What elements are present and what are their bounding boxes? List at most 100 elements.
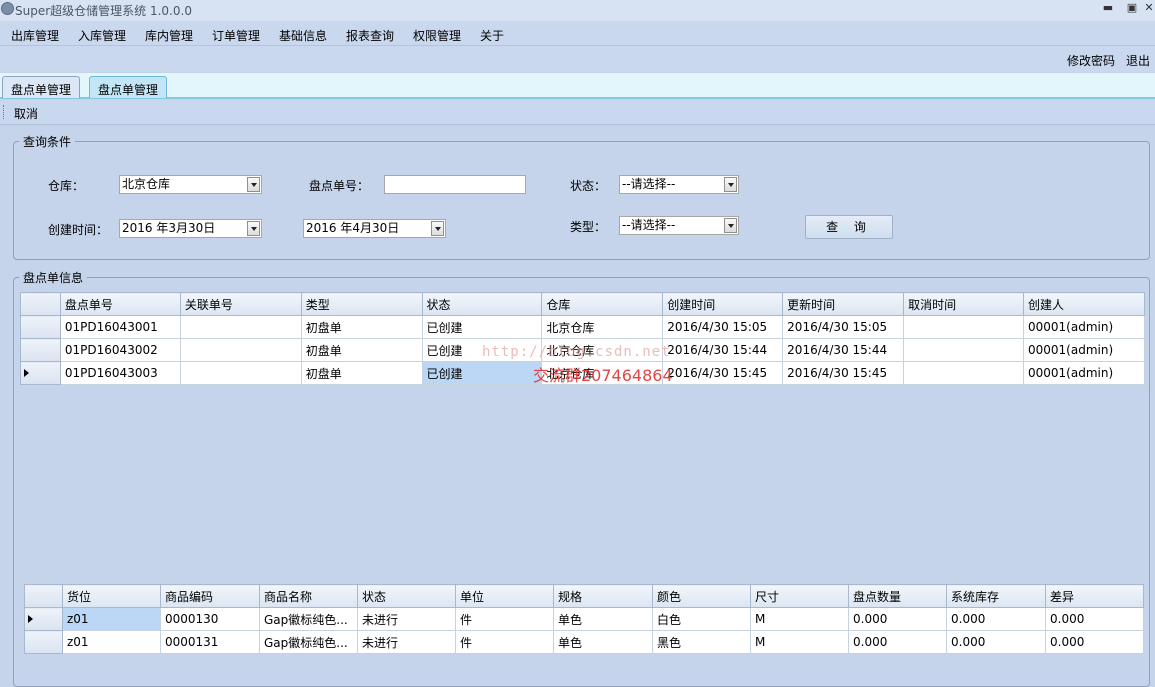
column-header[interactable]: 规格 bbox=[553, 584, 653, 608]
menu-inbound[interactable]: 入库管理 bbox=[78, 27, 126, 44]
query-button[interactable]: 查 询 bbox=[805, 215, 893, 239]
column-header[interactable]: 创建人 bbox=[1023, 292, 1145, 316]
status-select[interactable]: --请选择-- bbox=[619, 175, 739, 194]
table-cell[interactable]: 00001(admin) bbox=[1023, 315, 1145, 339]
chevron-down-icon[interactable] bbox=[247, 177, 260, 192]
table-cell[interactable] bbox=[903, 361, 1024, 385]
change-password-link[interactable]: 修改密码 bbox=[1067, 52, 1115, 69]
table-cell[interactable]: 0.000 bbox=[1045, 607, 1144, 631]
date-from-picker[interactable]: 2016 年3月30日 bbox=[119, 219, 262, 238]
tab-stocktake-1[interactable]: 盘点单管理 bbox=[2, 76, 81, 98]
column-header[interactable]: 创建时间 bbox=[662, 292, 784, 316]
table-cell[interactable] bbox=[179, 338, 302, 362]
column-header[interactable]: 单位 bbox=[455, 584, 554, 608]
table-cell[interactable]: 00001(admin) bbox=[1023, 338, 1145, 362]
column-header[interactable]: 状态 bbox=[357, 584, 456, 608]
warehouse-select[interactable]: 北京仓库 bbox=[119, 175, 262, 194]
menu-orders[interactable]: 订单管理 bbox=[212, 27, 260, 44]
table-cell[interactable]: 单色 bbox=[553, 607, 653, 631]
column-header[interactable]: 关联单号 bbox=[179, 292, 302, 316]
table-row[interactable]: z01 0000130 Gap徽标纯色... 未进行 件 单色 白色 M 0.0… bbox=[24, 607, 1144, 631]
table-cell[interactable]: 0000130 bbox=[160, 607, 260, 631]
chevron-down-icon[interactable] bbox=[724, 177, 737, 192]
table-cell[interactable]: 初盘单 bbox=[300, 361, 423, 385]
table-cell[interactable]: 01PD16043001 bbox=[59, 315, 181, 339]
table-cell[interactable]: 黑色 bbox=[652, 630, 751, 654]
row-header-current[interactable] bbox=[20, 361, 61, 385]
row-header-current[interactable] bbox=[24, 607, 63, 631]
table-cell[interactable]: 初盘单 bbox=[300, 338, 423, 362]
order-no-input[interactable] bbox=[384, 175, 526, 194]
table-cell[interactable]: 未进行 bbox=[357, 607, 456, 631]
table-row[interactable]: z01 0000131 Gap徽标纯色... 未进行 件 单色 黑色 M 0.0… bbox=[24, 630, 1144, 654]
table-cell[interactable]: 件 bbox=[455, 607, 554, 631]
table-cell[interactable]: 0.000 bbox=[946, 630, 1046, 654]
date-to-picker[interactable]: 2016 年4月30日 bbox=[303, 219, 446, 238]
table-cell[interactable]: Gap徽标纯色... bbox=[259, 607, 358, 631]
table-cell[interactable]: 白色 bbox=[652, 607, 751, 631]
column-header[interactable]: 尺寸 bbox=[750, 584, 849, 608]
column-header[interactable]: 取消时间 bbox=[903, 292, 1024, 316]
table-cell[interactable]: 单色 bbox=[553, 630, 653, 654]
table-cell[interactable]: 初盘单 bbox=[300, 315, 423, 339]
row-header[interactable] bbox=[20, 315, 61, 339]
close-icon[interactable]: ✕ bbox=[1142, 2, 1155, 14]
table-cell[interactable] bbox=[179, 315, 302, 339]
type-select[interactable]: --请选择-- bbox=[619, 216, 739, 235]
table-row[interactable]: 01PD16043001 初盘单 已创建 北京仓库 2016/4/30 15:0… bbox=[20, 315, 1145, 339]
column-header[interactable]: 颜色 bbox=[652, 584, 751, 608]
column-header[interactable]: 差异 bbox=[1045, 584, 1144, 608]
column-header[interactable]: 仓库 bbox=[541, 292, 664, 316]
table-cell[interactable]: 0.000 bbox=[946, 607, 1046, 631]
table-cell[interactable]: 2016/4/30 15:44 bbox=[782, 338, 905, 362]
menu-reports[interactable]: 报表查询 bbox=[346, 27, 394, 44]
table-cell-selected[interactable]: 已创建 bbox=[421, 361, 543, 385]
minimize-icon[interactable]: ▬ bbox=[1101, 2, 1115, 14]
menu-basic-info[interactable]: 基础信息 bbox=[279, 27, 327, 44]
menu-about[interactable]: 关于 bbox=[480, 27, 504, 44]
column-header[interactable]: 商品编码 bbox=[160, 584, 260, 608]
table-cell[interactable]: 2016/4/30 15:05 bbox=[782, 315, 905, 339]
restore-icon[interactable]: ▣ bbox=[1125, 2, 1139, 14]
column-header[interactable]: 系统库存 bbox=[946, 584, 1046, 608]
tab-stocktake-2[interactable]: 盘点单管理 bbox=[89, 76, 168, 98]
table-cell[interactable]: 北京仓库 bbox=[541, 315, 664, 339]
table-cell[interactable]: 0.000 bbox=[848, 607, 947, 631]
column-header[interactable]: 类型 bbox=[300, 292, 423, 316]
table-cell[interactable]: 2016/4/30 15:45 bbox=[782, 361, 905, 385]
table-cell[interactable]: 0000131 bbox=[160, 630, 260, 654]
menu-outbound[interactable]: 出库管理 bbox=[11, 27, 59, 44]
chevron-down-icon[interactable] bbox=[724, 218, 737, 233]
table-cell[interactable]: 未进行 bbox=[357, 630, 456, 654]
column-header[interactable]: 盘点数量 bbox=[848, 584, 947, 608]
chevron-down-icon[interactable] bbox=[247, 221, 260, 236]
column-header[interactable]: 商品名称 bbox=[259, 584, 358, 608]
table-cell-selected[interactable]: z01 bbox=[62, 607, 161, 631]
table-cell[interactable]: 件 bbox=[455, 630, 554, 654]
table-cell[interactable]: M bbox=[750, 630, 849, 654]
table-cell[interactable]: Gap徽标纯色... bbox=[259, 630, 358, 654]
table-cell[interactable]: z01 bbox=[62, 630, 161, 654]
menu-permissions[interactable]: 权限管理 bbox=[413, 27, 461, 44]
column-header[interactable]: 货位 bbox=[62, 584, 161, 608]
table-cell[interactable]: 已创建 bbox=[421, 315, 543, 339]
logout-link[interactable]: 退出 bbox=[1126, 52, 1150, 69]
table-cell[interactable]: 00001(admin) bbox=[1023, 361, 1145, 385]
cancel-button[interactable]: 取消 bbox=[14, 105, 38, 122]
column-header[interactable]: 更新时间 bbox=[782, 292, 905, 316]
table-cell[interactable]: M bbox=[750, 607, 849, 631]
table-cell[interactable]: 2016/4/30 15:05 bbox=[662, 315, 784, 339]
row-header[interactable] bbox=[20, 338, 61, 362]
table-cell[interactable]: 01PD16043003 bbox=[59, 361, 181, 385]
table-cell[interactable]: 0.000 bbox=[1045, 630, 1144, 654]
column-header[interactable]: 状态 bbox=[421, 292, 543, 316]
menu-inventory[interactable]: 库内管理 bbox=[145, 27, 193, 44]
table-cell[interactable]: 2016/4/30 15:45 bbox=[662, 361, 784, 385]
row-header[interactable] bbox=[24, 630, 63, 654]
table-cell[interactable] bbox=[179, 361, 302, 385]
table-cell[interactable]: 01PD16043002 bbox=[59, 338, 181, 362]
table-cell[interactable] bbox=[903, 338, 1024, 362]
column-header[interactable]: 盘点单号 bbox=[59, 292, 181, 316]
table-cell[interactable]: 2016/4/30 15:44 bbox=[662, 338, 784, 362]
chevron-down-icon[interactable] bbox=[431, 221, 444, 236]
